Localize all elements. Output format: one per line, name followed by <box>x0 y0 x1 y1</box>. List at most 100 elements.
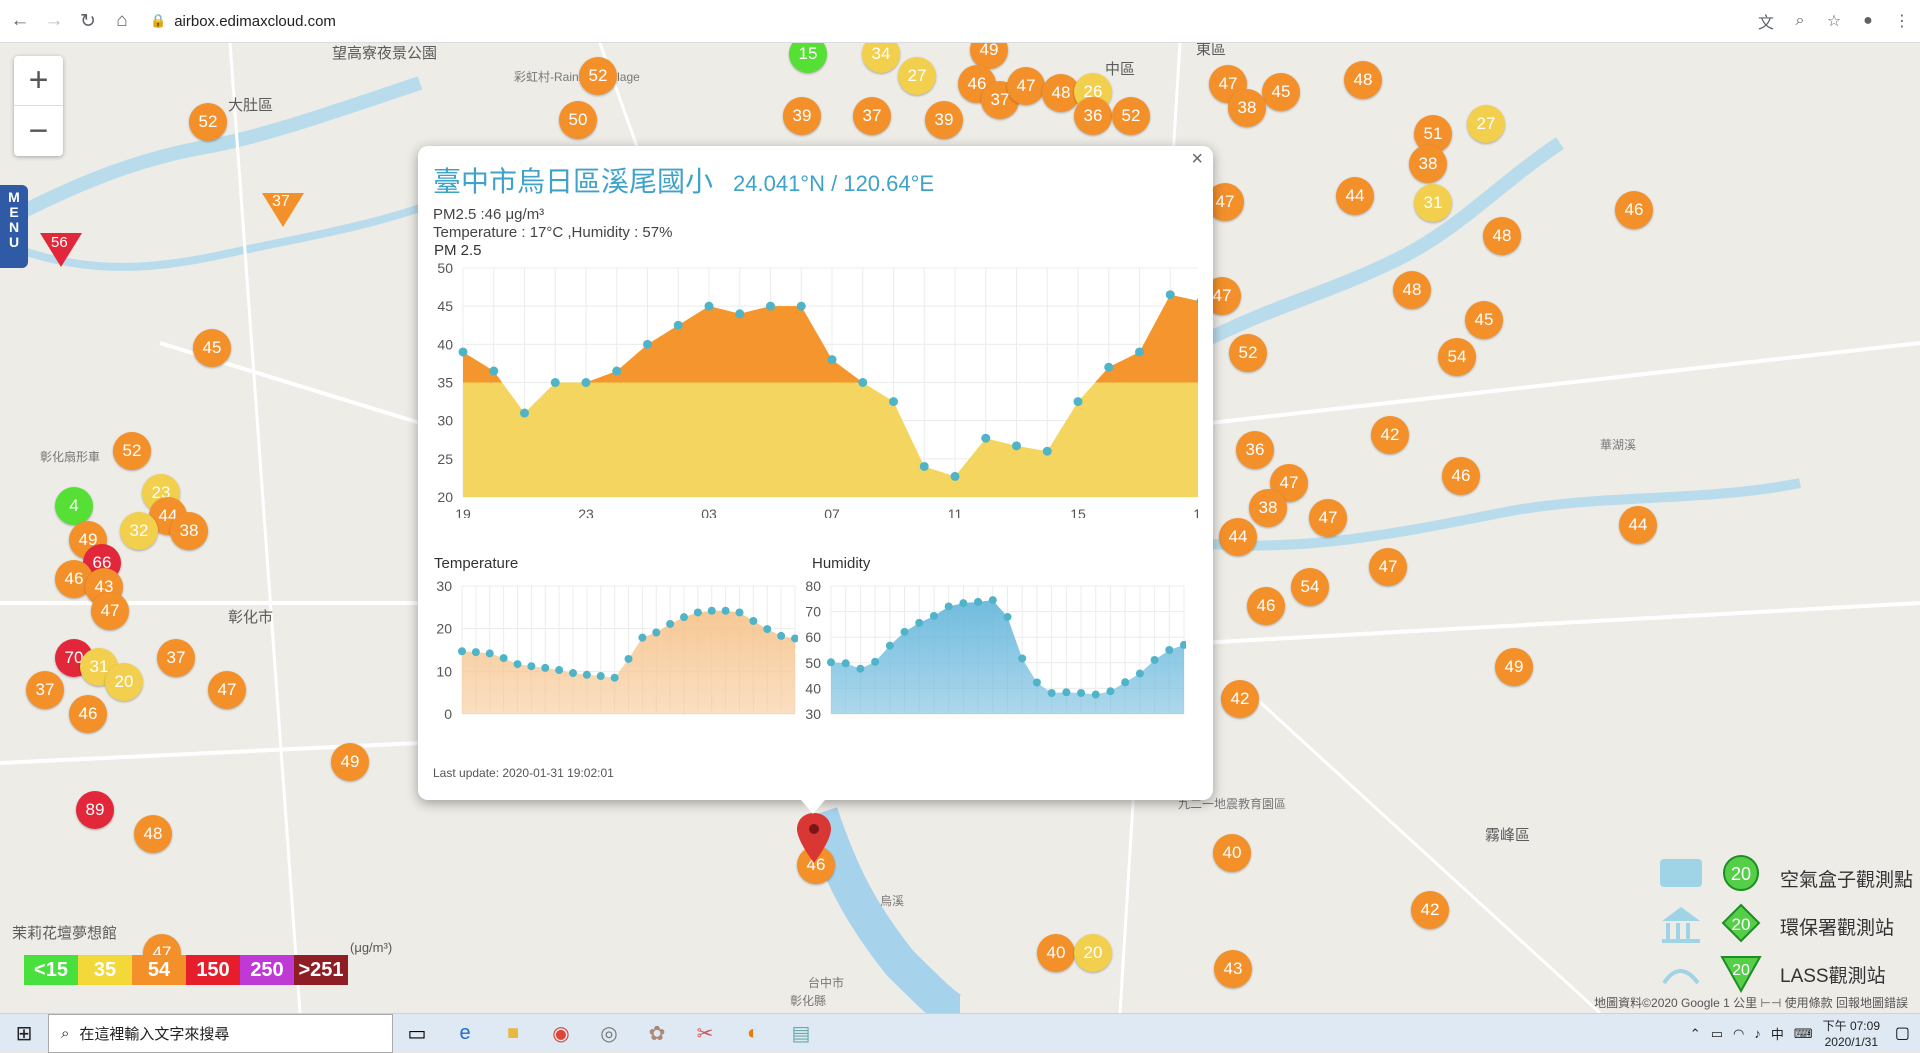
forward-icon[interactable]: → <box>40 7 68 35</box>
airbox-marker[interactable]: 42 <box>1411 891 1449 929</box>
airbox-marker[interactable]: 42 <box>1371 416 1409 454</box>
airbox-marker[interactable]: 39 <box>783 97 821 135</box>
airbox-marker[interactable]: 52 <box>1229 334 1267 372</box>
task-view-icon[interactable]: ▭ <box>393 1014 441 1053</box>
airbox-marker[interactable]: 46 <box>1247 587 1285 625</box>
airbox-marker[interactable]: 47 <box>91 592 129 630</box>
selected-location-pin-icon[interactable] <box>797 813 831 865</box>
translate-icon[interactable]: 文 <box>1754 8 1778 34</box>
chrome-icon[interactable]: ◉ <box>537 1014 585 1053</box>
clock[interactable]: 下午 07:09 2020/1/31 <box>1823 1018 1880 1050</box>
airbox-marker[interactable]: 50 <box>559 101 597 139</box>
edge-icon[interactable]: e <box>441 1014 489 1053</box>
airbox-marker[interactable]: 39 <box>925 101 963 139</box>
airbox-marker[interactable]: 54 <box>1438 338 1476 376</box>
star-icon[interactable]: ☆ <box>1822 8 1846 34</box>
app-icon[interactable]: ✿ <box>633 1014 681 1053</box>
airbox-marker[interactable]: 40 <box>1037 934 1075 972</box>
airbox-marker[interactable]: 38 <box>1249 489 1287 527</box>
battery-icon[interactable]: ▭ <box>1711 1026 1723 1042</box>
close-button[interactable]: × <box>1191 148 1203 171</box>
airbox-marker[interactable]: 48 <box>1344 61 1382 99</box>
airbox-marker[interactable]: 47 <box>1369 548 1407 586</box>
airbox-marker[interactable]: 38 <box>1409 145 1447 183</box>
zoom-icon[interactable]: ⌕ <box>1788 8 1812 34</box>
zoom-in-button[interactable]: + <box>14 56 63 106</box>
map-attribution[interactable]: 地圖資料©2020 Google 1 公里 ⊢⊣ 使用條款 回報地圖錯誤 <box>1594 994 1908 1011</box>
zoom-out-button[interactable]: − <box>14 106 63 156</box>
airbox-marker[interactable]: 20 <box>105 663 143 701</box>
airbox-marker[interactable]: 38 <box>170 512 208 550</box>
airbox-marker[interactable]: 31 <box>1414 184 1452 222</box>
back-icon[interactable]: ← <box>6 7 34 35</box>
airbox-marker[interactable]: 44 <box>1336 177 1374 215</box>
airbox-marker[interactable]: 27 <box>1467 105 1505 143</box>
url-text[interactable]: airbox.edimaxcloud.com <box>174 13 336 30</box>
airbox-marker[interactable]: 52 <box>1112 97 1150 135</box>
airbox-marker[interactable]: 52 <box>189 103 227 141</box>
airbox-marker[interactable]: 54 <box>1291 568 1329 606</box>
airbox-marker[interactable]: 48 <box>1483 217 1521 255</box>
airbox-marker[interactable]: 40 <box>1213 834 1251 872</box>
airbox-marker[interactable]: 37 <box>853 97 891 135</box>
airbox-marker[interactable]: 49 <box>1495 648 1533 686</box>
airbox-marker[interactable]: 42 <box>1221 680 1259 718</box>
airbox-marker[interactable]: 52 <box>579 57 617 95</box>
airbox-marker[interactable]: 45 <box>1262 73 1300 111</box>
data-point <box>827 658 835 667</box>
ime-indicator[interactable]: 中 <box>1771 1024 1784 1043</box>
airbox-marker[interactable]: 46 <box>1615 191 1653 229</box>
airbox-marker[interactable]: 46 <box>69 695 107 733</box>
wifi-icon[interactable]: ◠ <box>1733 1026 1744 1042</box>
airbox-marker[interactable]: 52 <box>113 432 151 470</box>
airbox-marker[interactable]: 47 <box>208 671 246 709</box>
area-below <box>463 294 1198 497</box>
airbox-marker[interactable]: 38 <box>1228 89 1266 127</box>
app-icon[interactable]: ▤ <box>777 1014 825 1053</box>
lock-icon: 🔒 <box>150 13 167 28</box>
airbox-marker[interactable]: 37 <box>26 671 64 709</box>
airbox-marker[interactable]: 49 <box>331 743 369 781</box>
airbox-marker[interactable]: 36 <box>1074 97 1112 135</box>
menu-tab[interactable]: M E N U <box>0 185 28 268</box>
airbox-marker[interactable]: 32 <box>120 512 158 550</box>
keyboard-icon[interactable]: ⌨ <box>1794 1026 1813 1042</box>
data-point <box>1003 612 1012 621</box>
notification-icon[interactable]: ▢ <box>1895 1023 1910 1043</box>
taskbar-search[interactable]: ⌕ 在這裡輸入文字來搜尋 <box>48 1013 393 1053</box>
airbox-marker[interactable]: 44 <box>1219 518 1257 556</box>
airbox-marker[interactable]: 45 <box>1465 301 1503 339</box>
more-menu-icon[interactable]: ⋮ <box>1890 8 1914 34</box>
airbox-marker[interactable]: 37 <box>157 639 195 677</box>
volume-icon[interactable]: ♪ <box>1754 1026 1761 1041</box>
data-point <box>458 647 466 656</box>
windows-start-icon[interactable]: ⊞ <box>0 1014 48 1053</box>
app-icon[interactable]: ◎ <box>585 1014 633 1053</box>
data-point <box>721 606 730 615</box>
airbox-marker[interactable]: 47 <box>1309 499 1347 537</box>
blender-icon[interactable]: ◐ <box>729 1014 777 1053</box>
file-explorer-icon[interactable]: ■ <box>489 1014 537 1053</box>
airbox-marker[interactable]: 44 <box>1619 506 1657 544</box>
reload-icon[interactable]: ↻ <box>74 7 102 35</box>
profile-icon[interactable]: ● <box>1856 8 1880 34</box>
home-icon[interactable]: ⌂ <box>108 7 136 35</box>
airbox-marker[interactable]: 20 <box>1074 934 1112 972</box>
airbox-marker[interactable]: 48 <box>134 815 172 853</box>
airbox-marker[interactable]: 45 <box>193 329 231 367</box>
airbox-marker[interactable]: 4 <box>55 487 93 525</box>
airbox-marker[interactable]: 47 <box>1007 67 1045 105</box>
airbox-marker[interactable]: 46 <box>1442 457 1480 495</box>
airbox-marker[interactable]: 27 <box>898 57 936 95</box>
data-point <box>856 664 865 673</box>
airbox-marker[interactable]: 36 <box>1236 431 1274 469</box>
y-tick-label: 50 <box>805 655 821 671</box>
airbox-marker[interactable]: 89 <box>76 791 114 829</box>
tray-up-icon[interactable]: ⌃ <box>1690 1026 1701 1042</box>
airbox-marker[interactable]: 43 <box>1214 950 1252 988</box>
app-icon[interactable]: ✂ <box>681 1014 729 1053</box>
airbox-marker[interactable]: 48 <box>1393 271 1431 309</box>
legend-label: LASS觀測站 <box>1780 966 1886 987</box>
address-bar[interactable]: 🔒 airbox.edimaxcloud.com <box>150 0 1750 43</box>
legend-item: 35 <box>78 955 132 985</box>
